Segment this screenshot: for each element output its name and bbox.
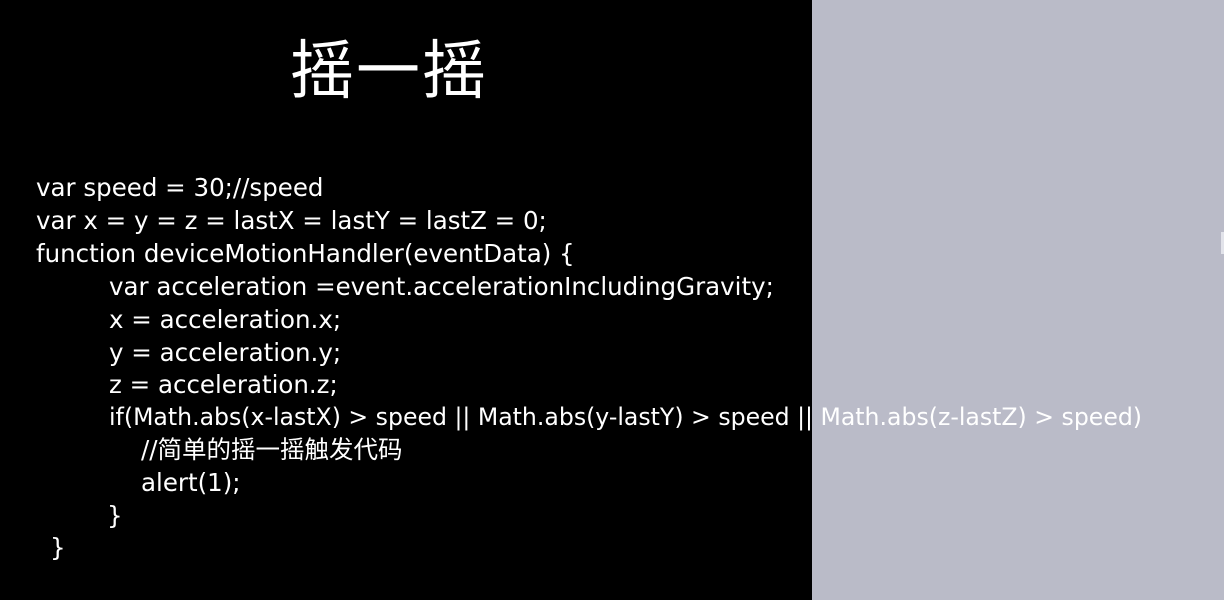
code-line: x = acceleration.x; bbox=[109, 305, 342, 334]
code-comment: //简单的摇一摇触发代码 bbox=[141, 435, 403, 464]
code-closing-brace: } bbox=[50, 533, 66, 562]
code-line: alert(1); bbox=[141, 468, 241, 497]
code-block: var speed = 30;//speed var x = y = z = l… bbox=[0, 0, 1224, 600]
code-line: z = acceleration.z; bbox=[109, 370, 338, 399]
code-line: var x = y = z = lastX = lastY = lastZ = … bbox=[36, 206, 547, 235]
screen: 摇一摇 var speed = 30;//speed var x = y = z… bbox=[0, 0, 1224, 600]
code-line: if(Math.abs(x-lastX) > speed || Math.abs… bbox=[109, 403, 1143, 431]
code-line: function deviceMotionHandler(eventData) … bbox=[36, 239, 575, 268]
code-line: var speed = 30;//speed bbox=[36, 173, 324, 202]
code-line: y = acceleration.y; bbox=[109, 338, 342, 367]
code-closing-brace: } bbox=[107, 501, 123, 530]
code-line: var acceleration =event.accelerationIncl… bbox=[109, 272, 774, 301]
